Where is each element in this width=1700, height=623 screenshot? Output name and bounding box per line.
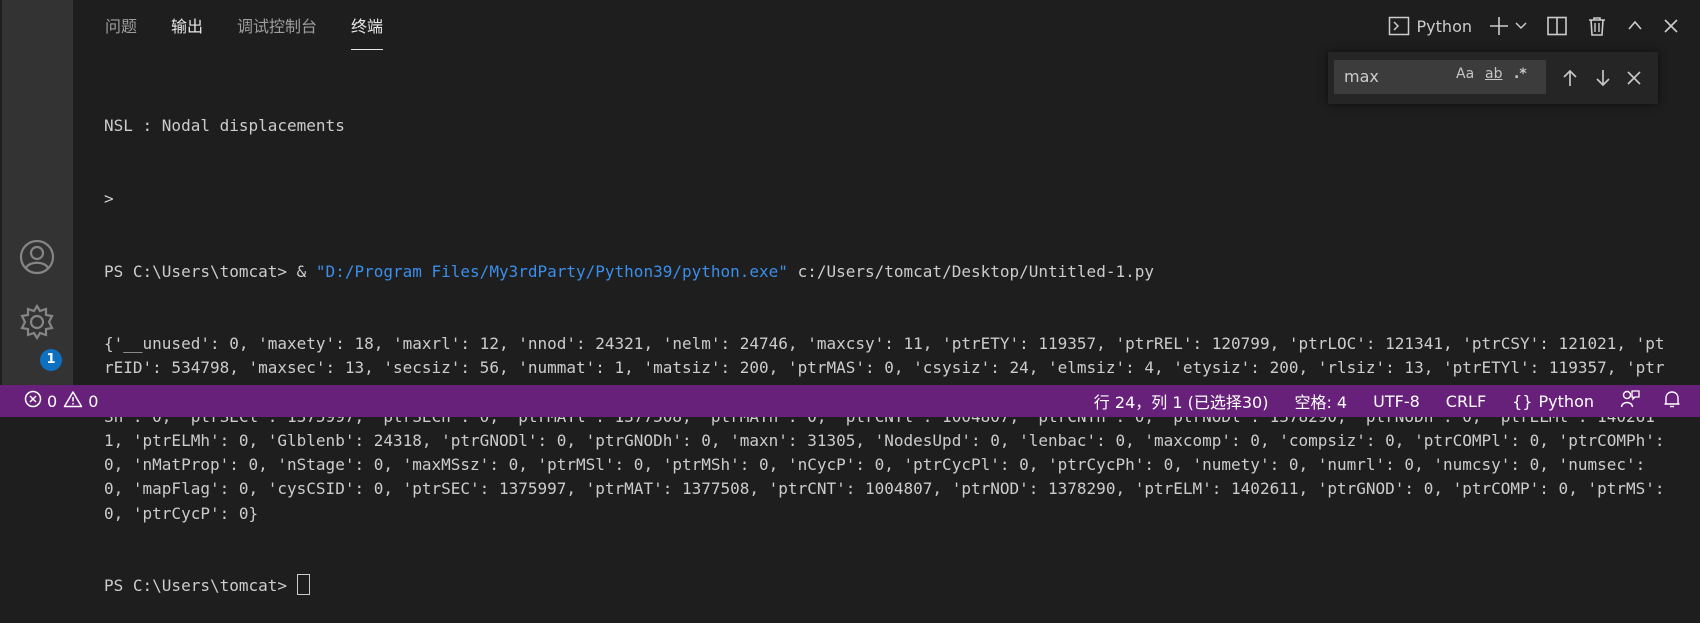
warning-count: 0 bbox=[88, 391, 99, 411]
terminal-cursor bbox=[296, 574, 310, 596]
tab-debug-console[interactable]: 调试控制台 bbox=[237, 0, 317, 54]
status-bar: 0 0 行 24，列 1 (已选择30) 空格: 4 UTF-8 CRLF {}… bbox=[0, 385, 1700, 417]
notifications-button[interactable] bbox=[1662, 389, 1682, 413]
close-icon bbox=[1662, 17, 1680, 35]
panel-tab-bar: 问题 输出 调试控制台 终端 bbox=[105, 0, 417, 54]
whole-word-toggle[interactable]: ab bbox=[1485, 66, 1502, 82]
arrow-up-icon bbox=[1558, 69, 1582, 94]
terminal-prompt: PS C:\Users\tomcat> & bbox=[104, 261, 316, 281]
activity-bar-edge bbox=[0, 0, 2, 385]
chevron-down-icon bbox=[1514, 19, 1528, 33]
terminal-prompt: PS C:\Users\tomcat> bbox=[104, 576, 297, 596]
plus-icon bbox=[1488, 15, 1510, 37]
account-icon[interactable] bbox=[17, 237, 57, 277]
warning-icon bbox=[63, 390, 83, 412]
end-of-line[interactable]: CRLF bbox=[1446, 392, 1486, 411]
indentation-setting[interactable]: 空格: 4 bbox=[1294, 389, 1347, 413]
problems-status[interactable]: 0 0 bbox=[24, 385, 98, 417]
language-mode[interactable]: {} Python bbox=[1512, 392, 1594, 411]
split-terminal-button[interactable] bbox=[1546, 11, 1568, 41]
tab-terminal[interactable]: 终端 bbox=[351, 0, 384, 54]
terminal-icon bbox=[1388, 15, 1410, 37]
braces-icon: {} bbox=[1512, 391, 1533, 411]
close-panel-button[interactable] bbox=[1662, 11, 1680, 41]
next-match-button[interactable] bbox=[1591, 66, 1615, 90]
terminal-find-widget: max Aa ab .* bbox=[1328, 52, 1658, 104]
chevron-up-icon bbox=[1626, 17, 1644, 35]
trash-icon bbox=[1586, 15, 1608, 37]
terminal-output[interactable]: NSL : Nodal displacements > PS C:\Users\… bbox=[104, 66, 1674, 623]
panel-actions: Python bbox=[1388, 0, 1700, 52]
settings-update-badge: 1 bbox=[40, 349, 62, 371]
terminal-dict-output: {'__unused': 0, 'maxety': 18, 'maxrl': 1… bbox=[104, 334, 1665, 523]
terminal-line: > bbox=[104, 189, 114, 208]
terminal-command-line: PS C:\Users\tomcat> & "D:/Program Files/… bbox=[104, 260, 1674, 284]
language-label: Python bbox=[1538, 391, 1594, 411]
tab-problems[interactable]: 问题 bbox=[105, 0, 137, 54]
tab-output[interactable]: 输出 bbox=[171, 0, 203, 54]
settings-gear-icon[interactable] bbox=[17, 302, 57, 342]
status-bar-right: 行 24，列 1 (已选择30) 空格: 4 UTF-8 CRLF {} Pyt… bbox=[1094, 385, 1700, 417]
regex-toggle[interactable]: .* bbox=[1514, 66, 1527, 82]
activity-bar: 1 bbox=[0, 0, 73, 385]
new-terminal-button[interactable] bbox=[1488, 11, 1510, 41]
terminal-shell-label: Python bbox=[1416, 16, 1472, 36]
terminal-script-path: c:/Users/tomcat/Desktop/Untitled-1.py bbox=[787, 261, 1154, 281]
feedback-button[interactable] bbox=[1620, 389, 1640, 413]
terminal-dropdown-button[interactable] bbox=[1514, 11, 1528, 41]
terminal-shell-selector[interactable]: Python bbox=[1388, 11, 1472, 41]
match-case-toggle[interactable]: Aa bbox=[1456, 66, 1474, 82]
maximize-panel-button[interactable] bbox=[1626, 11, 1644, 41]
error-count: 0 bbox=[47, 391, 58, 411]
cursor-position[interactable]: 行 24，列 1 (已选择30) bbox=[1094, 389, 1269, 413]
terminal-line: NSL : Nodal displacements bbox=[104, 116, 345, 136]
kill-terminal-button[interactable] bbox=[1586, 11, 1608, 41]
terminal-exe-path: "D:/Program Files/My3rdParty/Python39/py… bbox=[315, 261, 788, 281]
close-find-button[interactable] bbox=[1622, 66, 1646, 90]
bell-icon bbox=[1662, 389, 1682, 413]
previous-match-button[interactable] bbox=[1558, 66, 1582, 90]
arrow-down-icon bbox=[1591, 70, 1615, 94]
terminal-final-line: PS C:\Users\tomcat> bbox=[104, 574, 1674, 598]
split-icon bbox=[1546, 15, 1568, 37]
error-icon bbox=[24, 390, 42, 412]
feedback-person-icon bbox=[1620, 389, 1640, 413]
close-icon bbox=[1622, 71, 1646, 94]
file-encoding[interactable]: UTF-8 bbox=[1373, 392, 1420, 411]
